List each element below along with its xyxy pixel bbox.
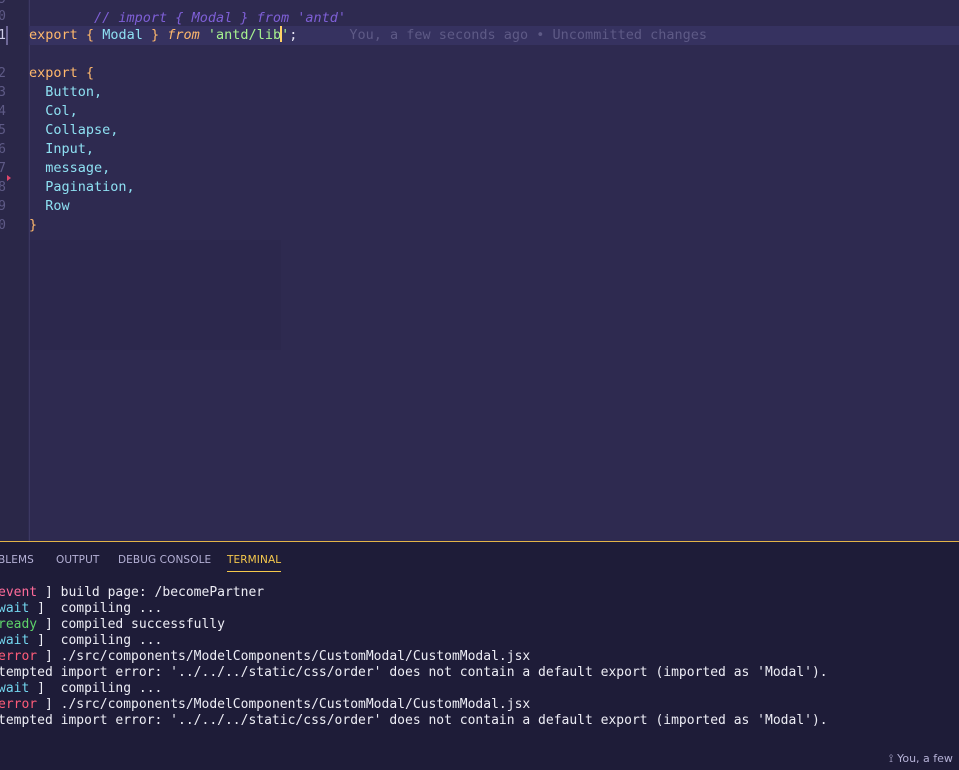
log-tag-error: error	[0, 697, 38, 712]
log-text: ] ./src/components/ModelComponents/Custo…	[37, 697, 531, 712]
git-blame-inline[interactable]: You, a few seconds ago • Uncommitted cha…	[349, 27, 707, 43]
identifier-modal: Modal	[102, 27, 143, 43]
terminal-line: error ] ./src/components/ModelComponents…	[0, 697, 530, 713]
terminal-line: event ] build page: /becomePartner	[0, 585, 264, 601]
log-text: ] compiling ...	[29, 601, 163, 616]
brace-close: }	[150, 27, 160, 43]
log-tag-error: error	[0, 649, 38, 664]
log-tag-ready: ready	[0, 617, 38, 632]
breakpoint-arrow-icon[interactable]	[7, 175, 11, 181]
status-blame-text: You, a few	[897, 752, 953, 765]
vscode-window: 9 0 1 2 3 4 5 6 7 8 9 0 // import { Moda…	[0, 0, 959, 770]
terminal-line: tempted import error: '../../../static/c…	[0, 665, 828, 681]
code-line-current: export { Modal } from 'antd/lib'; You, a …	[29, 26, 959, 45]
code-line-item: Button,	[29, 83, 959, 102]
keyword-export: export	[29, 27, 78, 43]
code-line-comment: // import { Modal } from 'antd'	[29, 0, 959, 26]
export-item: message,	[45, 160, 111, 176]
code-comment: // import { Modal } from 'antd'	[94, 10, 346, 26]
code-area[interactable]: // import { Modal } from 'antd' export {…	[29, 0, 959, 541]
line-number: 8	[0, 180, 6, 195]
semicolon: ;	[289, 27, 298, 43]
editor-shading	[29, 240, 281, 350]
log-tag-wait: wait	[0, 633, 30, 648]
terminal-line: wait ] compiling ...	[0, 681, 162, 697]
bottom-panel: BLEMS OUTPUT DEBUG CONSOLE TERMINAL even…	[0, 541, 959, 770]
line-number: 0	[0, 9, 6, 24]
code-line-item: Pagination,	[29, 178, 959, 197]
export-item: Row	[45, 198, 70, 214]
tab-problems[interactable]: BLEMS	[0, 553, 34, 571]
brace-open: {	[85, 27, 95, 43]
git-commit-icon: ⟟	[889, 752, 894, 765]
line-number: 3	[0, 85, 6, 100]
code-line-item: Collapse,	[29, 121, 959, 140]
line-number: 6	[0, 142, 6, 157]
line-number: 7	[0, 161, 6, 176]
log-tag-wait: wait	[0, 681, 30, 696]
code-line-item: Col,	[29, 102, 959, 121]
brace-close: }	[29, 217, 38, 233]
log-tag-event: event	[0, 585, 38, 600]
code-line-item: Row	[29, 197, 959, 216]
terminal-line: error ] ./src/components/ModelComponents…	[0, 649, 530, 665]
line-number: 4	[0, 104, 6, 119]
string-literal: 'antd/lib	[207, 27, 282, 43]
log-text: tempted import error: '../../../static/c…	[0, 713, 828, 728]
tab-output[interactable]: OUTPUT	[56, 553, 99, 571]
log-tag-wait: wait	[0, 601, 30, 616]
line-number-gutter[interactable]: 9 0 1 2 3 4 5 6 7 8 9 0	[0, 0, 28, 541]
log-text: tempted import error: '../../../static/c…	[0, 665, 828, 680]
export-item: Pagination,	[45, 179, 135, 195]
log-text: ] compiled successfully	[37, 617, 225, 632]
log-text: ] ./src/components/ModelComponents/Custo…	[37, 649, 531, 664]
git-modified-indicator[interactable]	[6, 26, 8, 45]
line-number: 5	[0, 123, 6, 138]
export-item: Col,	[45, 103, 78, 119]
keyword-export: export	[29, 65, 78, 81]
terminal-line: wait ] compiling ...	[0, 633, 162, 649]
code-editor[interactable]: 9 0 1 2 3 4 5 6 7 8 9 0 // import { Moda…	[0, 0, 959, 541]
terminal-output[interactable]: event ] build page: /becomePartner wait …	[0, 585, 959, 735]
line-number: 2	[0, 66, 6, 81]
code-line-item: message,	[29, 159, 959, 178]
export-item: Input,	[45, 141, 95, 157]
code-line-export: export {	[29, 64, 959, 83]
line-number: 9	[0, 199, 6, 214]
terminal-line: tempted import error: '../../../static/c…	[0, 713, 828, 729]
panel-tab-bar: BLEMS OUTPUT DEBUG CONSOLE TERMINAL	[0, 542, 959, 576]
terminal-line: ready ] compiled successfully	[0, 617, 225, 633]
string-literal-end: '	[281, 27, 290, 43]
export-item: Collapse,	[45, 122, 119, 138]
code-line-close: }	[29, 216, 959, 235]
line-number: 0	[0, 218, 6, 233]
export-item: Button,	[45, 84, 103, 100]
tab-terminal[interactable]: TERMINAL	[227, 553, 282, 572]
log-text: ] compiling ...	[29, 633, 163, 648]
log-text: ] build page: /becomePartner	[37, 585, 265, 600]
log-text: ] compiling ...	[29, 681, 163, 696]
code-line-item: Input,	[29, 140, 959, 159]
terminal-line: wait ] compiling ...	[0, 601, 162, 617]
tab-debug-console[interactable]: DEBUG CONSOLE	[118, 553, 211, 571]
brace-open: {	[85, 65, 95, 81]
status-bar-blame[interactable]: ⟟ You, a few	[889, 752, 953, 766]
keyword-from: from	[167, 27, 200, 43]
